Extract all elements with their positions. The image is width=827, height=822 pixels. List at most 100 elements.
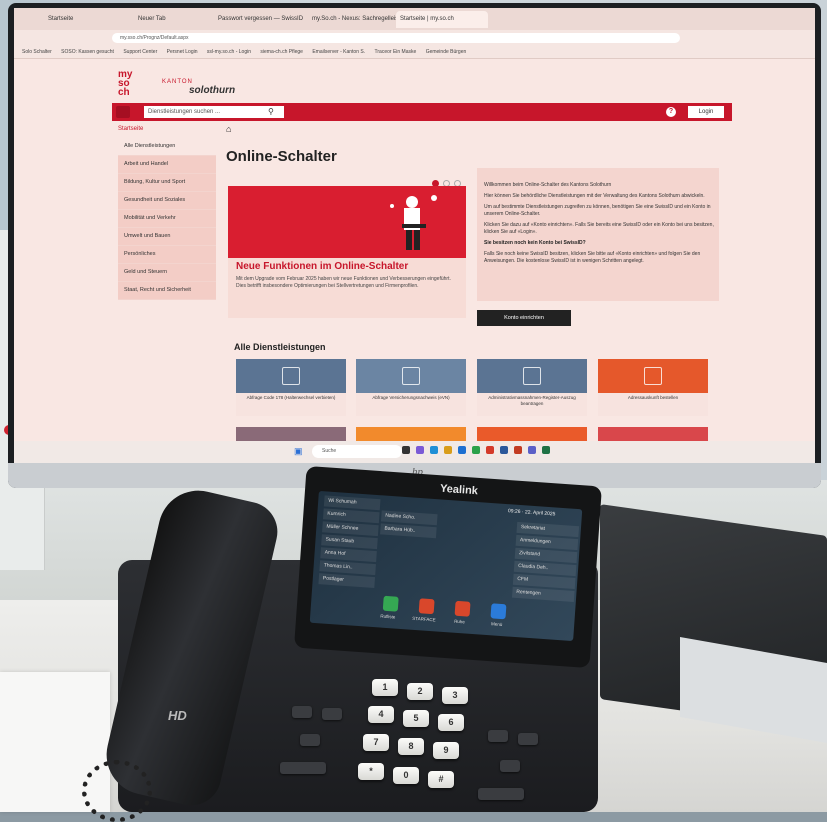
bookmark[interactable]: Solo Schalter bbox=[22, 49, 52, 55]
phone-clock: 09:26 · 22. April 2025 bbox=[507, 508, 556, 518]
home-icon[interactable]: ⌂ bbox=[226, 124, 231, 134]
search-icon[interactable]: ⚲ bbox=[268, 107, 274, 116]
page-title: Online-Schalter bbox=[226, 148, 337, 165]
browser-tab[interactable]: Passwort vergessen — SwissID bbox=[214, 11, 312, 28]
bookmark[interactable]: siema-ch.ch Pflege bbox=[260, 49, 303, 55]
transfer-key[interactable] bbox=[292, 706, 312, 718]
sidebar-item[interactable]: Gesundheit und Soziales bbox=[118, 192, 216, 210]
mute-key[interactable] bbox=[300, 734, 320, 746]
search-input[interactable]: Dienstleistungen suchen ... bbox=[144, 106, 284, 118]
bookmark[interactable]: Traceor Ein Maske bbox=[375, 49, 417, 55]
explorer-icon[interactable] bbox=[444, 446, 452, 454]
browser-tab[interactable]: Neuer Tab bbox=[134, 11, 212, 28]
konto-einrichten-button[interactable]: Konto einrichten bbox=[477, 310, 571, 326]
service-card[interactable]: Abfrage Versicherungsnachweis (eVN) bbox=[356, 359, 466, 416]
conference-key[interactable] bbox=[322, 708, 342, 720]
phone-touchscreen[interactable]: Wi Schumah Kumrich Müller Schnee Susan S… bbox=[309, 490, 583, 642]
headset-key[interactable] bbox=[488, 730, 508, 742]
word-icon[interactable] bbox=[500, 446, 508, 454]
service-card-header bbox=[477, 359, 587, 393]
breadcrumb-startseite[interactable]: Startseite bbox=[118, 126, 143, 132]
keypad-key[interactable]: 7 bbox=[363, 734, 389, 751]
news-banner-image[interactable] bbox=[228, 186, 466, 258]
service-card-header bbox=[356, 359, 466, 393]
chrome-icon[interactable] bbox=[514, 446, 522, 454]
service-card-partial[interactable] bbox=[598, 427, 708, 441]
starface-icon[interactable] bbox=[418, 598, 435, 615]
service-card-partial[interactable] bbox=[477, 427, 587, 441]
service-card[interactable]: Abfrage Code 178 (Halterwechsel verbiete… bbox=[236, 359, 346, 416]
app-icon[interactable] bbox=[486, 446, 494, 454]
keypad-key[interactable]: 3 bbox=[442, 687, 468, 704]
keypad-key[interactable]: 9 bbox=[433, 742, 459, 759]
register-icon bbox=[523, 367, 541, 385]
service-card[interactable]: Administrativmassnahmen-Register-Auszug … bbox=[477, 359, 587, 416]
keypad-key[interactable]: 5 bbox=[403, 710, 429, 727]
windows-start-icon[interactable]: ▣ bbox=[294, 446, 303, 457]
address-bar[interactable]: my.sso.ch/Prognz/Default.aspx bbox=[112, 33, 680, 43]
sidebar-item[interactable]: Umwelt und Bauen bbox=[118, 228, 216, 246]
taskbar-search[interactable]: Suche bbox=[312, 445, 402, 458]
sidebar-item[interactable]: Mobilität und Verkehr bbox=[118, 210, 216, 228]
excel-icon[interactable] bbox=[542, 446, 550, 454]
redial-key[interactable] bbox=[518, 733, 538, 745]
app-icon[interactable] bbox=[416, 446, 424, 454]
app-icon[interactable] bbox=[472, 446, 480, 454]
sidebar-item[interactable]: Alle Dienstleistungen bbox=[118, 138, 216, 156]
call-log-icon[interactable] bbox=[382, 595, 399, 612]
keypad-key[interactable]: 1 bbox=[372, 679, 398, 696]
menu-icon[interactable] bbox=[116, 106, 130, 118]
browser-tab[interactable]: my.So.ch - Nexus: Sachregelleistung bbox=[308, 11, 400, 28]
bookmark[interactable]: Persnet Login bbox=[167, 49, 198, 55]
service-card-partial[interactable] bbox=[236, 427, 346, 441]
sidebar-item[interactable]: Arbeit und Handel bbox=[118, 156, 216, 174]
sidebar-item[interactable]: Bildung, Kultur und Sport bbox=[118, 174, 216, 192]
bookmark[interactable]: ssl-my.so.ch - Login bbox=[207, 49, 251, 55]
mysoch-logo[interactable]: my so ch bbox=[118, 70, 140, 98]
sidebar-item[interactable]: Geld und Steuern bbox=[118, 264, 216, 282]
help-button[interactable]: ? bbox=[666, 107, 676, 117]
bookmark[interactable]: SOSO: Kassen gesucht bbox=[61, 49, 114, 55]
taskview-icon[interactable] bbox=[402, 446, 410, 454]
yealink-logo: Yealink bbox=[439, 482, 479, 498]
menu-grid-icon[interactable] bbox=[490, 603, 507, 620]
volume-key[interactable] bbox=[280, 762, 326, 774]
document-icon bbox=[402, 367, 420, 385]
service-card-partial[interactable] bbox=[356, 427, 466, 441]
bookmark[interactable]: Emailserver - Kanton S. bbox=[312, 49, 365, 55]
windows-taskbar bbox=[14, 441, 815, 463]
news-text: Mit dem Upgrade vom Februar 2025 haben w… bbox=[236, 276, 451, 289]
news-title[interactable]: Neue Funktionen im Online-Schalter bbox=[236, 261, 408, 272]
service-card-header bbox=[236, 359, 346, 393]
service-card[interactable]: Adressauskunft bestellen bbox=[598, 359, 708, 416]
keypad-key[interactable]: 4 bbox=[368, 706, 394, 723]
line-key[interactable]: Rentengen bbox=[511, 586, 575, 603]
edge-icon[interactable] bbox=[430, 446, 438, 454]
service-card-label: Abfrage Code 178 (Halterwechsel verbiete… bbox=[236, 393, 346, 416]
keypad-key[interactable]: # bbox=[428, 771, 454, 788]
keypad-key[interactable]: 8 bbox=[398, 738, 424, 755]
softkey-label: STARFACE bbox=[412, 615, 436, 623]
outlook-icon[interactable] bbox=[458, 446, 466, 454]
browser-tab-active[interactable]: Startseite | my.so.ch bbox=[396, 11, 488, 28]
line-key[interactable]: Postlager bbox=[318, 573, 376, 589]
keypad-key[interactable]: * bbox=[358, 763, 384, 780]
line-key[interactable]: Barbara Hüb.. bbox=[380, 523, 437, 539]
handset-cord bbox=[82, 760, 152, 822]
sidebar-item[interactable]: Staat, Recht und Sicherheit bbox=[118, 282, 216, 300]
dnd-icon[interactable] bbox=[454, 600, 471, 617]
person-laptop-illustration bbox=[390, 195, 437, 250]
service-card-label: Adressauskunft bestellen bbox=[598, 393, 708, 416]
login-button[interactable]: Login bbox=[688, 106, 724, 118]
keypad-key[interactable]: 6 bbox=[438, 714, 464, 731]
volume-rocker[interactable] bbox=[478, 788, 524, 800]
address-icon bbox=[644, 367, 662, 385]
bookmark[interactable]: Support Center bbox=[123, 49, 157, 55]
teams-icon[interactable] bbox=[528, 446, 536, 454]
keypad-key[interactable]: 2 bbox=[407, 683, 433, 700]
browser-tab[interactable]: Startseite bbox=[44, 11, 132, 28]
sidebar-item[interactable]: Persönliches bbox=[118, 246, 216, 264]
keypad-key[interactable]: 0 bbox=[393, 767, 419, 784]
speaker-key[interactable] bbox=[500, 760, 520, 772]
bookmark[interactable]: Gemeinde Bürgen bbox=[426, 49, 467, 55]
